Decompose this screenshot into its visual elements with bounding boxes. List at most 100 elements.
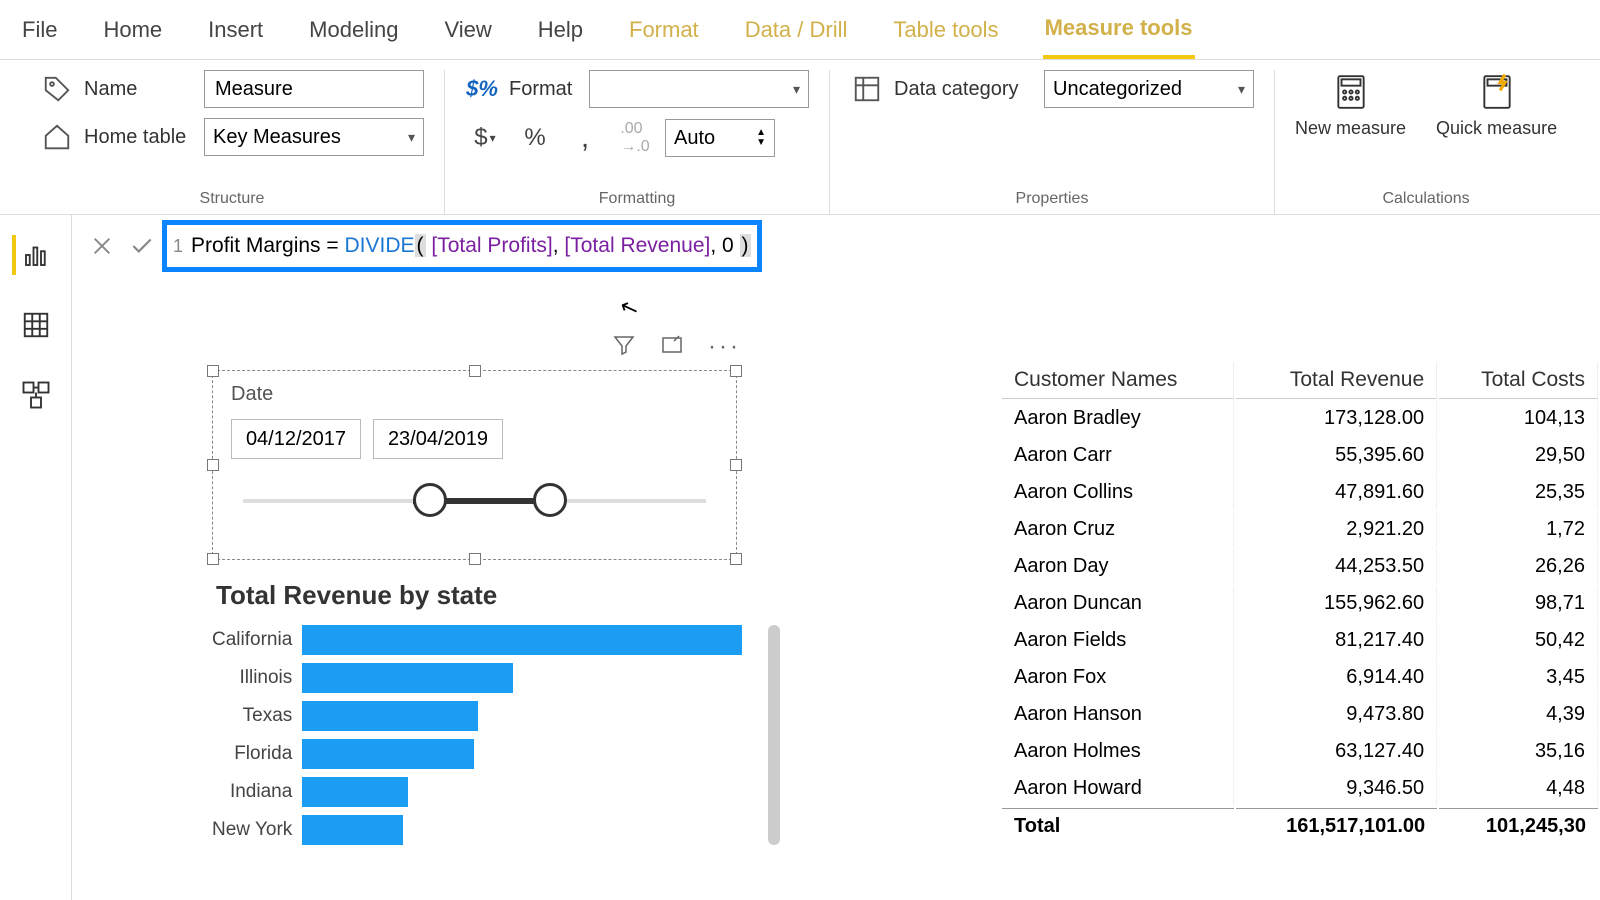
filter-icon[interactable] <box>612 333 640 361</box>
table-cell: 29,50 <box>1439 438 1598 473</box>
currency-button[interactable]: $▾ <box>465 118 505 158</box>
table-header[interactable]: Customer Names <box>1002 362 1234 399</box>
tab-modeling[interactable]: Modeling <box>307 3 400 57</box>
nav-model-view[interactable] <box>16 375 56 415</box>
bar[interactable] <box>302 739 474 769</box>
group-properties: Data category Uncategorized▾ Properties <box>830 70 1275 214</box>
table-row[interactable]: Aaron Hanson9,473.804,39 <box>1002 697 1598 732</box>
focus-mode-icon[interactable] <box>660 333 688 361</box>
table-row[interactable]: Aaron Fox6,914.403,45 <box>1002 660 1598 695</box>
tab-insert[interactable]: Insert <box>206 3 265 57</box>
table-cell: 35,16 <box>1439 734 1598 769</box>
table-cell: Aaron Cruz <box>1002 512 1234 547</box>
tab-home[interactable]: Home <box>101 3 164 57</box>
formula-cancel-button[interactable] <box>82 226 122 266</box>
resize-handle[interactable] <box>207 365 219 377</box>
table-cell: 98,71 <box>1439 586 1598 621</box>
table-cell: 26,26 <box>1439 549 1598 584</box>
more-options-icon[interactable]: ··· <box>708 333 736 361</box>
resize-handle[interactable] <box>207 553 219 565</box>
table-cell: Aaron Fields <box>1002 623 1234 658</box>
slider-handle-to[interactable] <box>533 483 567 517</box>
chevron-down-icon: ▾ <box>408 129 415 146</box>
table-cell: 47,891.60 <box>1236 475 1437 510</box>
table-row[interactable]: Aaron Day44,253.5026,26 <box>1002 549 1598 584</box>
date-to-input[interactable]: 23/04/2019 <box>373 419 503 459</box>
customer-table-visual[interactable]: Customer NamesTotal RevenueTotal Costs A… <box>1000 360 1600 846</box>
table-row[interactable]: Aaron Howard9,346.504,48 <box>1002 771 1598 806</box>
tab-file[interactable]: File <box>20 3 59 57</box>
name-input[interactable] <box>204 70 424 108</box>
table-cell: 9,346.50 <box>1236 771 1437 806</box>
thousands-button[interactable]: , <box>565 118 605 158</box>
table-cell: Aaron Collins <box>1002 475 1234 510</box>
resize-handle[interactable] <box>207 459 219 471</box>
slider-track[interactable] <box>243 499 706 503</box>
format-select[interactable]: ▾ <box>589 70 809 108</box>
table-row[interactable]: Aaron Collins47,891.6025,35 <box>1002 475 1598 510</box>
resize-handle[interactable] <box>730 459 742 471</box>
total-costs: 101,245,30 <box>1439 808 1598 844</box>
bar[interactable] <box>302 701 478 731</box>
home-icon <box>40 120 74 154</box>
tab-data-drill[interactable]: Data / Drill <box>743 3 850 57</box>
group-structure: Name Home table Key Measures▾ Structure <box>20 70 445 214</box>
data-category-label: Data category <box>894 78 1034 101</box>
table-row[interactable]: Aaron Carr55,395.6029,50 <box>1002 438 1598 473</box>
bar[interactable] <box>302 663 513 693</box>
table-row[interactable]: Aaron Duncan155,962.6098,71 <box>1002 586 1598 621</box>
group-label-formatting: Formatting <box>465 186 809 214</box>
date-slicer-visual[interactable]: ··· Date 04/12/2017 23/04/2019 <box>212 370 737 560</box>
tab-view[interactable]: View <box>442 3 493 57</box>
resize-handle[interactable] <box>469 365 481 377</box>
table-cell: Aaron Bradley <box>1002 401 1234 436</box>
tab-table-tools[interactable]: Table tools <box>891 3 1000 57</box>
quick-measure-button[interactable]: Quick measure <box>1436 70 1557 140</box>
chevron-down-icon[interactable]: ▼ <box>756 138 766 148</box>
decimals-stepper[interactable]: Auto▲▼ <box>665 119 775 157</box>
bar-label: Indiana <box>230 777 292 807</box>
resize-handle[interactable] <box>730 365 742 377</box>
home-table-label: Home table <box>84 126 194 149</box>
table-cell: Aaron Howard <box>1002 771 1234 806</box>
date-from-input[interactable]: 04/12/2017 <box>231 419 361 459</box>
table-row[interactable]: Aaron Bradley173,128.00104,13 <box>1002 401 1598 436</box>
table-cell: 63,127.40 <box>1236 734 1437 769</box>
nav-report-view[interactable] <box>12 235 52 275</box>
bar-label: California <box>212 625 292 655</box>
chart-scrollbar[interactable] <box>768 625 780 845</box>
table-header[interactable]: Total Costs <box>1439 362 1598 399</box>
table-cell: 3,45 <box>1439 660 1598 695</box>
nav-data-view[interactable] <box>16 305 56 345</box>
formula-text: Profit Margins = DIVIDE( [Total Profits]… <box>191 234 751 258</box>
resize-handle[interactable] <box>730 553 742 565</box>
resize-handle[interactable] <box>469 553 481 565</box>
bar[interactable] <box>302 815 403 845</box>
table-row[interactable]: Aaron Holmes63,127.4035,16 <box>1002 734 1598 769</box>
bar-category-labels: CaliforniaIllinoisTexasFloridaIndianaNew… <box>212 625 292 845</box>
new-measure-button[interactable]: New measure <box>1295 70 1406 140</box>
table-cell: 9,473.80 <box>1236 697 1437 732</box>
bar[interactable] <box>302 777 408 807</box>
table-cell: Aaron Hanson <box>1002 697 1234 732</box>
table-header[interactable]: Total Revenue <box>1236 362 1437 399</box>
slider-handle-from[interactable] <box>413 483 447 517</box>
table-row[interactable]: Aaron Cruz2,921.201,72 <box>1002 512 1598 547</box>
table-cell: 81,217.40 <box>1236 623 1437 658</box>
table-cell: 44,253.50 <box>1236 549 1437 584</box>
tab-help[interactable]: Help <box>536 3 585 57</box>
decimal-button[interactable]: .00→.0 <box>615 118 655 158</box>
category-icon <box>850 72 884 106</box>
tab-format[interactable]: Format <box>627 3 701 57</box>
percent-button[interactable]: % <box>515 118 555 158</box>
home-table-select[interactable]: Key Measures▾ <box>204 118 424 156</box>
report-canvas: ··· Date 04/12/2017 23/04/2019 Total Rev… <box>82 290 1600 900</box>
bar-label: Florida <box>234 739 292 769</box>
table-row[interactable]: Aaron Fields81,217.4050,42 <box>1002 623 1598 658</box>
bar[interactable] <box>302 625 742 655</box>
formula-input[interactable]: 1 Profit Margins = DIVIDE( [Total Profit… <box>162 220 762 272</box>
formula-commit-button[interactable] <box>122 226 162 266</box>
format-label: Format <box>509 78 579 101</box>
tab-measure-tools[interactable]: Measure tools <box>1043 1 1195 59</box>
data-category-select[interactable]: Uncategorized▾ <box>1044 70 1254 108</box>
